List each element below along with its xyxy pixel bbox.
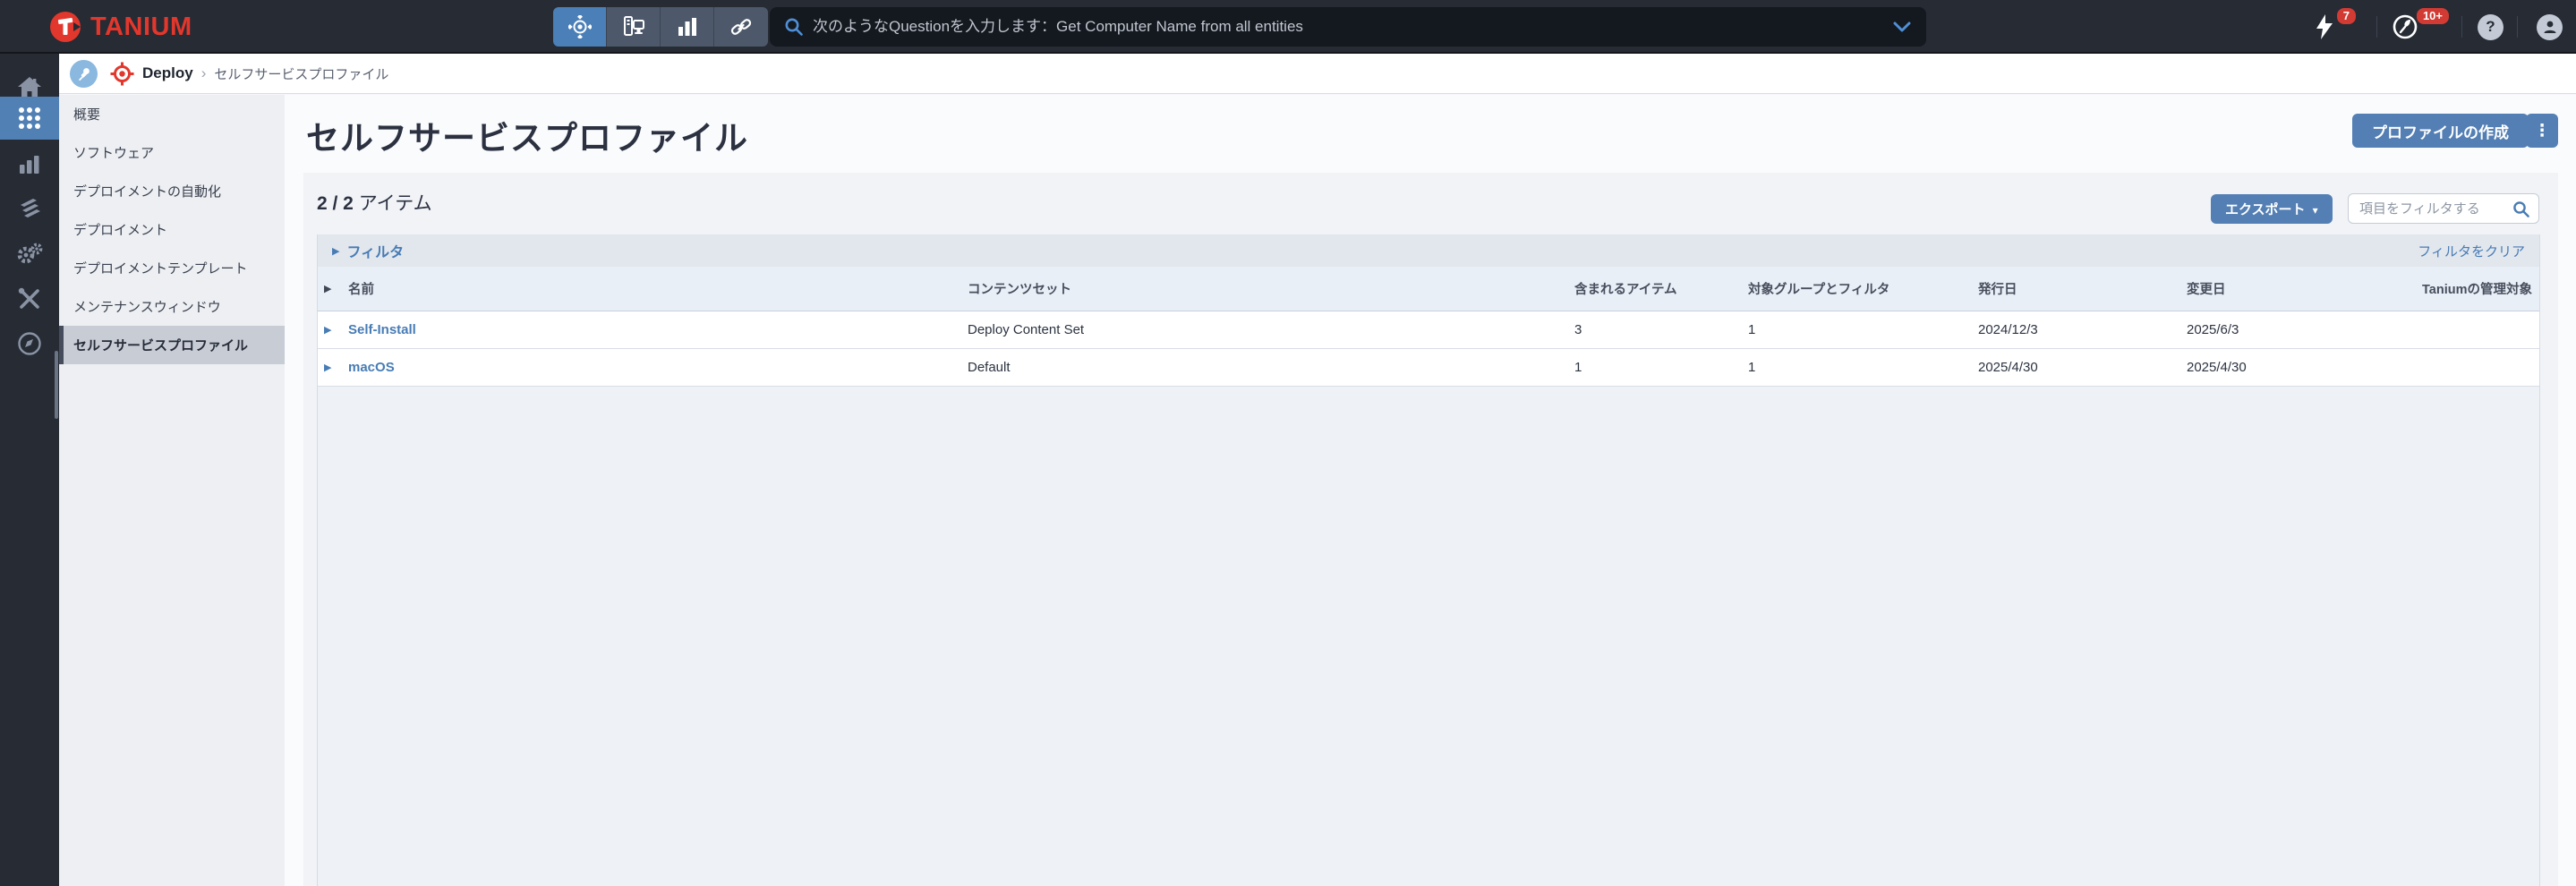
profile-link[interactable]: Self-Install bbox=[348, 322, 416, 337]
alerts-icon[interactable] bbox=[2315, 0, 2334, 54]
content-panel: 2 / 2 アイテム エクスポート▾ ▶ フィルタ bbox=[303, 173, 2558, 886]
cell-content-set: Deploy Content Set bbox=[968, 322, 1574, 337]
page-title: セルフサービスプロファイル bbox=[306, 111, 748, 159]
breadcrumb-separator: › bbox=[201, 64, 207, 82]
chevron-down-icon[interactable] bbox=[1892, 21, 1912, 33]
export-button[interactable]: エクスポート▾ bbox=[2211, 194, 2333, 224]
question-search-input[interactable] bbox=[813, 18, 1892, 36]
kebab-menu-button[interactable]: ⋮ bbox=[2526, 114, 2558, 148]
table-row[interactable]: ▶ Self-Install Deploy Content Set 3 1 20… bbox=[318, 311, 2539, 349]
divider bbox=[2376, 16, 2377, 38]
module-toolbar bbox=[553, 7, 768, 47]
col-content-set[interactable]: コンテンツセット bbox=[968, 279, 1574, 298]
reports-icon[interactable] bbox=[0, 143, 59, 186]
layers-icon[interactable] bbox=[0, 188, 59, 231]
sidebar-item-software[interactable]: ソフトウェア bbox=[59, 133, 285, 172]
clear-filter-link[interactable]: フィルタをクリア bbox=[2418, 242, 2525, 260]
help-icon[interactable]: ? bbox=[2478, 0, 2503, 54]
trends-icon[interactable] bbox=[2392, 0, 2418, 54]
divider bbox=[2517, 16, 2518, 38]
col-issued-date[interactable]: 発行日 bbox=[1978, 279, 2187, 298]
cell-issued-date: 2025/4/30 bbox=[1978, 360, 2187, 375]
expand-triangle-icon: ▶ bbox=[332, 245, 339, 257]
modules-badge: 10+ bbox=[2415, 6, 2451, 26]
question-search-bar[interactable] bbox=[770, 7, 1926, 47]
modules-grid-icon[interactable] bbox=[0, 97, 59, 140]
cell-issued-date: 2024/12/3 bbox=[1978, 322, 2187, 337]
col-target-groups-filters[interactable]: 対象グループとフィルタ bbox=[1748, 279, 1978, 298]
breadcrumb: Deploy › セルフサービスプロファイル bbox=[59, 54, 2576, 94]
sidebar-item-deployment-automation[interactable]: デプロイメントの自動化 bbox=[59, 172, 285, 210]
filter-search-icon[interactable] bbox=[2512, 200, 2530, 218]
deploy-module-icon bbox=[110, 62, 134, 86]
tanium-logo-icon bbox=[48, 10, 82, 44]
link-icon[interactable] bbox=[714, 7, 768, 47]
expand-all-triangle-icon[interactable]: ▶ bbox=[318, 283, 348, 294]
pin-icon[interactable] bbox=[70, 60, 98, 88]
sidebar-item-overview[interactable]: 概要 bbox=[59, 95, 285, 133]
rail-scrollbar-thumb[interactable] bbox=[55, 351, 58, 419]
table-row[interactable]: ▶ macOS Default 1 1 2025/4/30 2025/4/30 bbox=[318, 349, 2539, 387]
profile-link[interactable]: macOS bbox=[348, 360, 395, 375]
filter-section-bar: ▶ フィルタ フィルタをクリア bbox=[318, 234, 2539, 267]
col-name[interactable]: 名前 bbox=[348, 279, 968, 298]
cell-modified-date: 2025/6/3 bbox=[2187, 322, 2398, 337]
row-expand-triangle-icon[interactable]: ▶ bbox=[318, 324, 348, 336]
sidebar-item-maintenance-windows[interactable]: メンテナンスウィンドウ bbox=[59, 287, 285, 326]
col-modified-date[interactable]: 変更日 bbox=[2187, 279, 2398, 298]
cell-included-items: 1 bbox=[1574, 360, 1748, 375]
filter-items-box bbox=[2348, 193, 2539, 224]
filter-items-input[interactable] bbox=[2349, 194, 2538, 223]
cell-target-groups-filters: 1 bbox=[1748, 322, 1978, 337]
cell-target-groups-filters: 1 bbox=[1748, 360, 1978, 375]
sidebar-item-deployment-templates[interactable]: デプロイメントテンプレート bbox=[59, 249, 285, 287]
col-tanium-managed[interactable]: Taniumの管理対象 bbox=[2398, 279, 2539, 298]
create-profile-button[interactable]: プロファイルの作成 bbox=[2352, 114, 2529, 148]
alerts-badge: 7 bbox=[2335, 6, 2358, 26]
filter-section-toggle[interactable]: ▶ フィルタ bbox=[332, 240, 404, 261]
breadcrumb-module[interactable]: Deploy bbox=[142, 64, 193, 82]
caret-down-icon: ▾ bbox=[2313, 204, 2318, 217]
tanium-logo-text: TANIUM bbox=[90, 13, 192, 42]
deploy-sidebar: 概要 ソフトウェア デプロイメントの自動化 デプロイメント デプロイメントテンプ… bbox=[59, 95, 285, 886]
tanium-logo[interactable]: TANIUM bbox=[48, 10, 192, 44]
sidebar-item-self-service-profiles[interactable]: セルフサービスプロファイル bbox=[59, 326, 285, 364]
breadcrumb-current: セルフサービスプロファイル bbox=[214, 64, 388, 83]
item-count: 2 / 2 アイテム bbox=[317, 189, 432, 216]
table-header-row: ▶ 名前 コンテンツセット 含まれるアイテム 対象グループとフィルタ 発行日 変… bbox=[318, 267, 2539, 311]
cell-modified-date: 2025/4/30 bbox=[2187, 360, 2398, 375]
top-bar: TANIUM bbox=[0, 0, 2576, 54]
settings-gears-icon[interactable] bbox=[0, 233, 59, 276]
profiles-table: ▶ フィルタ フィルタをクリア ▶ 名前 コンテンツセット 含まれるアイテム 対… bbox=[317, 234, 2540, 886]
explore-compass-icon[interactable] bbox=[0, 322, 59, 365]
sidebar-item-deployments[interactable]: デプロイメント bbox=[59, 210, 285, 249]
admin-tools-icon[interactable] bbox=[0, 277, 59, 320]
cell-included-items: 3 bbox=[1574, 322, 1748, 337]
icon-rail bbox=[0, 54, 59, 886]
interact-icon[interactable] bbox=[553, 7, 607, 47]
col-included-items[interactable]: 含まれるアイテム bbox=[1574, 279, 1748, 298]
reporting-icon[interactable] bbox=[661, 7, 714, 47]
main-content: セルフサービスプロファイル プロファイルの作成 ⋮ 2 / 2 アイテム エクス… bbox=[285, 95, 2576, 886]
app-window: TANIUM bbox=[0, 0, 2576, 886]
cell-content-set: Default bbox=[968, 360, 1574, 375]
endpoints-icon[interactable] bbox=[607, 7, 661, 47]
search-icon bbox=[784, 17, 804, 37]
user-account-icon[interactable] bbox=[2537, 0, 2563, 54]
divider bbox=[2461, 16, 2462, 38]
row-expand-triangle-icon[interactable]: ▶ bbox=[318, 362, 348, 373]
